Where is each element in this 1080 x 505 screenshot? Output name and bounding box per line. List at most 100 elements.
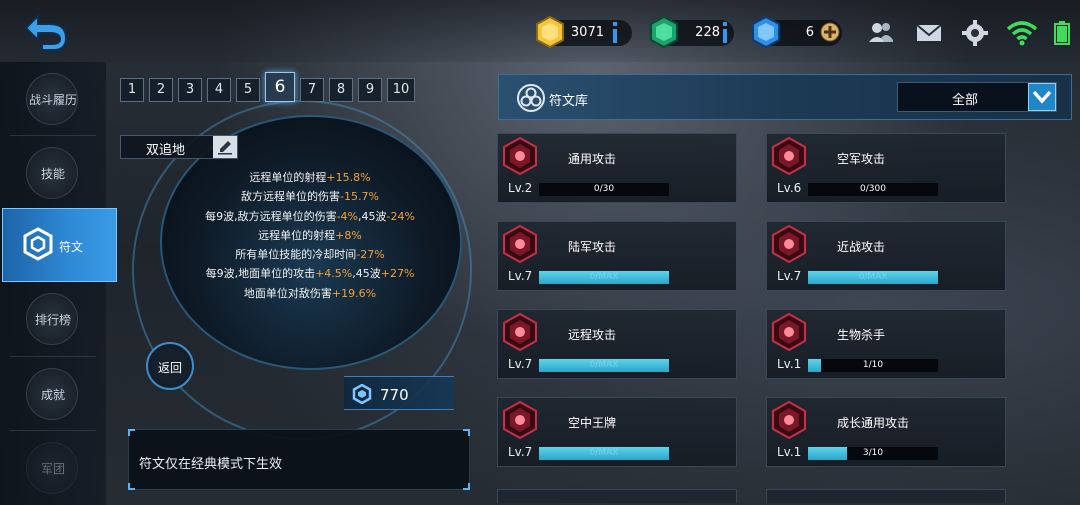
- rune-card-level: Lv.6: [777, 181, 802, 195]
- rune-progress-text: 0/MAX: [858, 272, 888, 282]
- wifi-icon: [1006, 18, 1038, 48]
- rune-card-level: Lv.1: [777, 445, 802, 459]
- sidebar-item-legion[interactable]: 军团: [0, 431, 106, 505]
- rune-card[interactable]: 通用攻击 Lv.2 0/30: [497, 133, 737, 203]
- stat-line: 远程单位的射程+15.8%: [249, 171, 371, 184]
- sidebar-item-label: 技能: [40, 167, 65, 181]
- mail-icon[interactable]: [914, 18, 944, 48]
- rune-progress-bar: 3/10: [808, 447, 938, 460]
- rune-card[interactable]: 陆军攻击 Lv.7 0/MAX: [497, 221, 737, 291]
- return-button[interactable]: 返回: [146, 342, 194, 390]
- tab-8[interactable]: 8: [329, 78, 353, 102]
- filter-value: 全部: [952, 93, 979, 108]
- rune-progress-text: 1/10: [862, 360, 884, 370]
- tab-5[interactable]: 5: [236, 78, 260, 102]
- rune-card-name: 通用攻击: [568, 152, 617, 166]
- emerald-gem-icon: [646, 14, 682, 50]
- rune-progress-text: 0/MAX: [589, 448, 619, 458]
- rune-gem-icon: [771, 136, 807, 176]
- friends-icon[interactable]: [866, 18, 896, 48]
- preset-tabs: 1 2 3 4 5 6 7 8 9 10: [120, 72, 415, 102]
- info-icon[interactable]: [720, 22, 740, 43]
- rune-card-name: 陆军攻击: [568, 240, 617, 254]
- sidebar: 战斗履历 技能 符文 排行榜 成就 军团: [0, 62, 117, 505]
- back-arrow-icon[interactable]: [18, 8, 70, 52]
- tab-4[interactable]: 4: [207, 78, 231, 102]
- stat-line: 敌方远程单位的伤害-15.7%: [241, 190, 379, 204]
- return-label: 返回: [157, 361, 182, 375]
- filter-dropdown[interactable]: 全部: [897, 82, 1057, 112]
- rune-gem-icon: [502, 312, 538, 352]
- add-crystal-icon[interactable]: [820, 22, 840, 42]
- rune-gem-icon: [771, 312, 807, 352]
- rune-progress-bar: 0/300: [808, 183, 938, 196]
- info-icon[interactable]: [610, 22, 630, 43]
- tab-2[interactable]: 2: [149, 78, 173, 102]
- tab-7[interactable]: 7: [300, 78, 324, 102]
- rune-card-level: Lv.7: [508, 269, 533, 283]
- gold-counter: 3071: [536, 15, 632, 49]
- crystal-counter: 6: [752, 15, 842, 49]
- rune-library-title: 符文库: [549, 94, 589, 109]
- sidebar-item-label: 排行榜: [34, 313, 71, 327]
- edit-name-button[interactable]: [213, 136, 237, 158]
- rune-progress-bar: 0/MAX: [539, 271, 669, 284]
- tab-3[interactable]: 3: [178, 78, 202, 102]
- rune-card[interactable]: 近战攻击 Lv.7 0/MAX: [766, 221, 1006, 291]
- chevron-down-icon[interactable]: [1028, 83, 1056, 111]
- gold-coin-icon: [532, 14, 568, 50]
- sidebar-item-label: 符文: [59, 240, 84, 254]
- rune-progress-text: 0/MAX: [589, 272, 619, 282]
- rune-card[interactable]: 空中王牌 Lv.7 0/MAX: [497, 397, 737, 467]
- rune-gem-icon: [502, 136, 538, 176]
- rune-progress-text: 0/30: [593, 184, 615, 194]
- rune-card-level: Lv.7: [777, 269, 802, 283]
- sidebar-item-achievements[interactable]: 成就: [0, 357, 106, 431]
- settings-icon[interactable]: [960, 18, 990, 48]
- rune-stats-list: 远程单位的射程+15.8% 敌方远程单位的伤害-15.7% 每9波,敌方远程单位…: [180, 168, 440, 303]
- gold-value: 3071: [570, 25, 604, 40]
- rune-gem-icon: [502, 224, 538, 264]
- rune-gem-icon: [771, 224, 807, 264]
- rune-icon: [352, 383, 372, 405]
- rune-progress-bar: 0/MAX: [539, 359, 669, 372]
- rune-card[interactable]: 成长通用攻击 Lv.1 3/10: [766, 397, 1006, 467]
- rune-card[interactable]: 空军攻击 Lv.6 0/300: [766, 133, 1006, 203]
- sidebar-item-leaderboard[interactable]: 排行榜: [0, 282, 106, 356]
- rune-card-level: Lv.1: [777, 357, 802, 371]
- rune-card[interactable]: 远程攻击 Lv.7 0/MAX: [497, 309, 737, 379]
- rune-power-display: 770: [344, 376, 454, 410]
- emerald-value: 228: [695, 25, 720, 40]
- rune-card-name: 近战攻击: [837, 240, 886, 254]
- rune-card-level: Lv.7: [508, 357, 533, 371]
- tab-10[interactable]: 10: [387, 78, 415, 102]
- tab-9[interactable]: 9: [358, 78, 382, 102]
- rune-progress-text: 0/300: [860, 184, 886, 194]
- rune-icon: [23, 227, 53, 261]
- sidebar-item-label: 成就: [40, 388, 65, 402]
- sidebar-item-runes[interactable]: 符文: [2, 208, 117, 282]
- rune-gem-icon: [771, 400, 807, 440]
- blue-crystal-icon: [748, 14, 784, 50]
- preset-name: 双追地: [146, 143, 186, 158]
- rune-progress-text: 0/MAX: [589, 360, 619, 370]
- rune-library-icon: [516, 83, 546, 113]
- rune-card-name: 成长通用攻击: [837, 416, 910, 430]
- rune-card-name: 远程攻击: [568, 328, 617, 342]
- rune-progress-bar: 0/30: [539, 183, 669, 196]
- sidebar-item-skills[interactable]: 技能: [0, 136, 106, 210]
- rune-card-name: 空中王牌: [568, 416, 617, 430]
- sidebar-item-battle-history[interactable]: 战斗履历: [0, 62, 106, 136]
- rune-progress-bar: 1/10: [808, 359, 938, 372]
- stat-line: 每9波,地面单位的攻击+4.5%,45波+27%: [205, 267, 415, 281]
- tab-1[interactable]: 1: [120, 78, 144, 102]
- rune-card-level: Lv.7: [508, 445, 533, 459]
- rune-card-partial[interactable]: [766, 489, 1006, 503]
- stat-line: 每9波,敌方远程单位的伤害-4%,45波-24%: [205, 209, 415, 223]
- tab-6[interactable]: 6: [265, 72, 295, 102]
- stat-line: 地面单位对敌伤害+19.6%: [243, 286, 377, 300]
- rune-card-partial[interactable]: [497, 489, 737, 503]
- rune-card-level: Lv.2: [508, 181, 533, 195]
- rune-card[interactable]: 生物杀手 Lv.1 1/10: [766, 309, 1006, 379]
- rune-progress-text: 3/10: [862, 448, 884, 458]
